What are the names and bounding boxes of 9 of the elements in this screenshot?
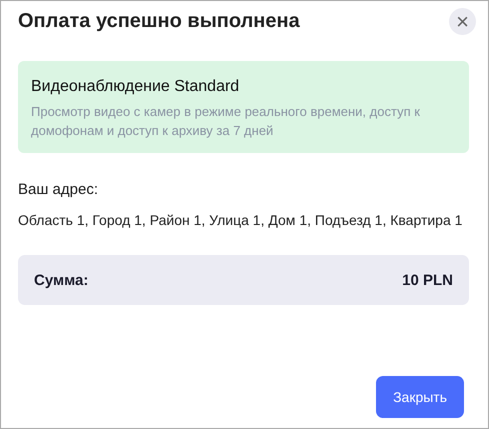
- address-label: Ваш адрес:: [18, 181, 99, 198]
- close-button[interactable]: ×: [449, 8, 476, 34]
- address-text: Область 1, Город 1, Район 1, Улица 1, Дом 1, Подъезд 1, Квартира 1: [18, 211, 464, 230]
- close-dialog-button[interactable]: Закрыть: [376, 376, 464, 418]
- total-value: 10 PLN: [402, 272, 453, 288]
- total-label: Сумма:: [34, 272, 88, 288]
- plan-description: Просмотр видео с камер в режиме реального времени, доступ к домофонам и доступ к архиву за 7 дней: [31, 103, 421, 140]
- plan-name: Видеонаблюдение Standard: [31, 78, 240, 96]
- dialog-title: Оплата успешно выполнена: [18, 10, 300, 32]
